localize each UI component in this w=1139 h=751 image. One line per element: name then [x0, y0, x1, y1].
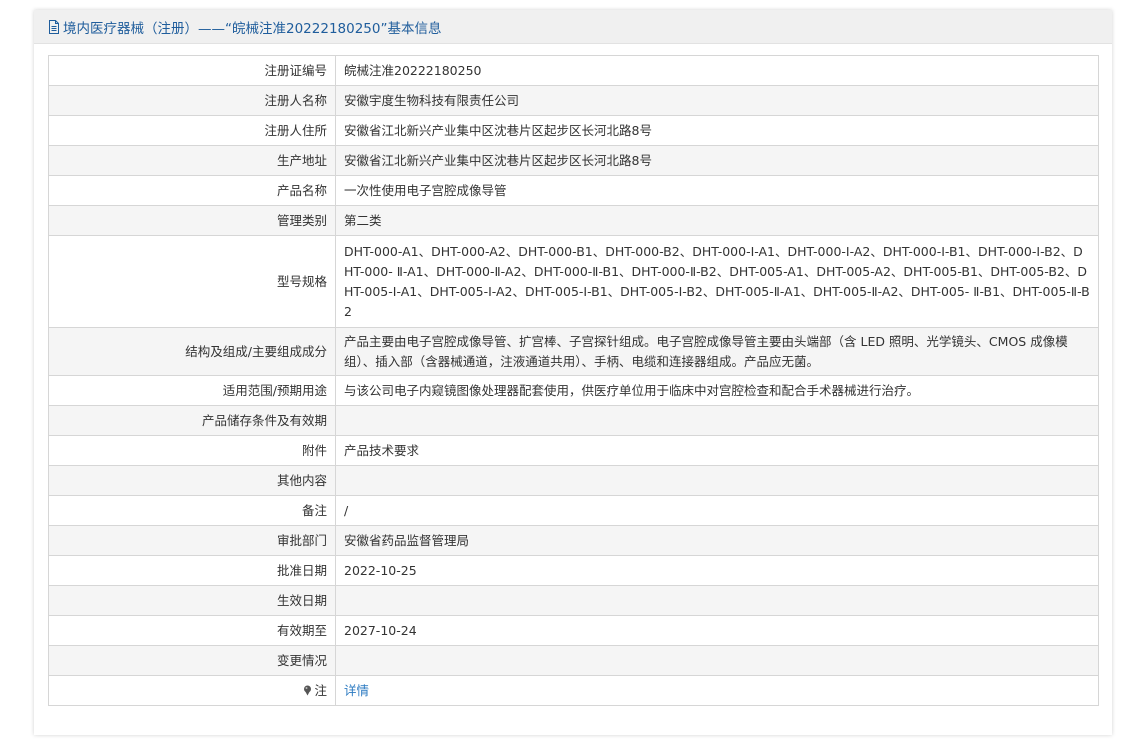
row-label: 批准日期: [48, 555, 336, 586]
row-label: 结构及组成/主要组成成分: [48, 327, 336, 376]
row-value: /: [335, 495, 1099, 526]
row-label: 注册证编号: [48, 55, 336, 86]
table-row: 审批部门 安徽省药品监督管理局: [48, 525, 1099, 556]
row-label: 适用范围/预期用途: [48, 375, 336, 406]
row-label: 产品名称: [48, 175, 336, 206]
row-value: 安徽宇度生物科技有限责任公司: [335, 85, 1099, 116]
row-value: 2027-10-24: [335, 615, 1099, 646]
row-value: 一次性使用电子宫腔成像导管: [335, 175, 1099, 206]
table-row: 生效日期: [48, 585, 1099, 616]
table-row: 其他内容: [48, 465, 1099, 496]
row-value: [335, 585, 1099, 616]
row-value: 产品技术要求: [335, 435, 1099, 466]
row-value: 2022-10-25: [335, 555, 1099, 586]
row-value: 安徽省江北新兴产业集中区沈巷片区起步区长河北路8号: [335, 145, 1099, 176]
note-label-cell: 注: [48, 675, 336, 706]
table-row: 批准日期 2022-10-25: [48, 555, 1099, 586]
table-row: 产品名称 一次性使用电子宫腔成像导管: [48, 175, 1099, 206]
info-table: 注册证编号 皖械注准20222180250 注册人名称 安徽宇度生物科技有限责任…: [48, 55, 1099, 706]
row-label: 有效期至: [48, 615, 336, 646]
row-label: 备注: [48, 495, 336, 526]
row-label: 注册人名称: [48, 85, 336, 116]
document-icon: [49, 19, 59, 34]
table-row: 型号规格 DHT-000-A1、DHT-000-A2、DHT-000-B1、DH…: [48, 235, 1099, 328]
note-label: 注: [314, 682, 327, 698]
row-label: 产品储存条件及有效期: [48, 405, 336, 436]
row-label: 其他内容: [48, 465, 336, 496]
row-label: 附件: [48, 435, 336, 466]
row-value: [335, 645, 1099, 676]
row-label: 型号规格: [48, 235, 336, 328]
table-row: 变更情况: [48, 645, 1099, 676]
table-row: 注册人住所 安徽省江北新兴产业集中区沈巷片区起步区长河北路8号: [48, 115, 1099, 146]
row-label: 注册人住所: [48, 115, 336, 146]
row-value: [335, 465, 1099, 496]
row-value: 皖械注准20222180250: [335, 55, 1099, 86]
table-row: 注册证编号 皖械注准20222180250: [48, 55, 1099, 86]
panel-header: 境内医疗器械（注册）——“皖械注准20222180250”基本信息: [34, 10, 1112, 44]
row-label: 变更情况: [48, 645, 336, 676]
table-row: 生产地址 安徽省江北新兴产业集中区沈巷片区起步区长河北路8号: [48, 145, 1099, 176]
table-row: 注册人名称 安徽宇度生物科技有限责任公司: [48, 85, 1099, 116]
row-value: 与该公司电子内窥镜图像处理器配套使用，供医疗单位用于临床中对宫腔检查和配合手术器…: [335, 375, 1099, 406]
table-row: 结构及组成/主要组成成分 产品主要由电子宫腔成像导管、扩宫棒、子宫探针组成。电子…: [48, 327, 1099, 376]
note-value-cell: 详情: [335, 675, 1099, 706]
table-row: 附件 产品技术要求: [48, 435, 1099, 466]
row-value: DHT-000-A1、DHT-000-A2、DHT-000-B1、DHT-000…: [335, 235, 1099, 328]
row-label: 生产地址: [48, 145, 336, 176]
row-value: 产品主要由电子宫腔成像导管、扩宫棒、子宫探针组成。电子宫腔成像导管主要由头端部（…: [335, 327, 1099, 376]
row-label: 审批部门: [48, 525, 336, 556]
row-value: 第二类: [335, 205, 1099, 236]
row-label: 管理类别: [48, 205, 336, 236]
row-value: [335, 405, 1099, 436]
row-value: 安徽省江北新兴产业集中区沈巷片区起步区长河北路8号: [335, 115, 1099, 146]
table-row: 产品储存条件及有效期: [48, 405, 1099, 436]
info-panel: 境内医疗器械（注册）——“皖械注准20222180250”基本信息 注册证编号 …: [34, 10, 1112, 735]
pin-icon: [304, 685, 312, 695]
note-row: 注 详情: [48, 675, 1099, 706]
details-link[interactable]: 详情: [344, 683, 369, 698]
table-row: 适用范围/预期用途 与该公司电子内窥镜图像处理器配套使用，供医疗单位用于临床中对…: [48, 375, 1099, 406]
row-label: 生效日期: [48, 585, 336, 616]
page-title: 境内医疗器械（注册）——“皖械注准20222180250”基本信息: [63, 20, 442, 37]
table-row: 管理类别 第二类: [48, 205, 1099, 236]
table-row: 有效期至 2027-10-24: [48, 615, 1099, 646]
table-row: 备注 /: [48, 495, 1099, 526]
row-value: 安徽省药品监督管理局: [335, 525, 1099, 556]
